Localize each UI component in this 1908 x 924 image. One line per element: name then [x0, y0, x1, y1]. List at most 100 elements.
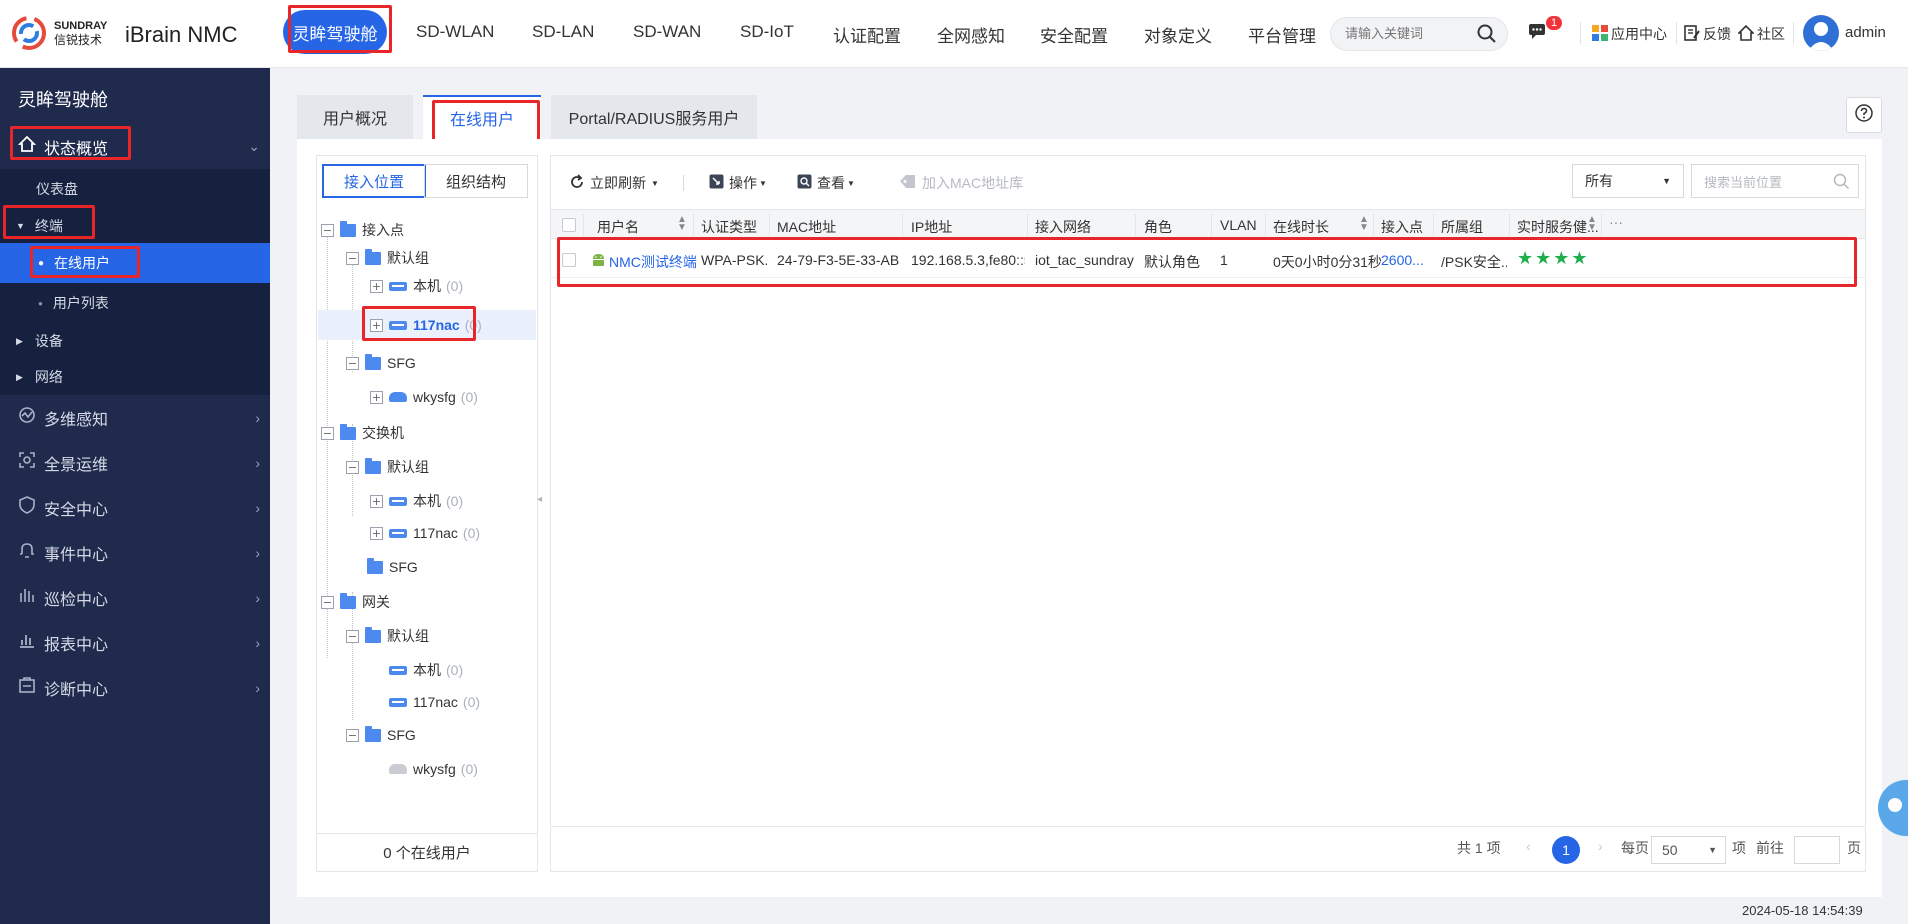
tree-node-ap-117nac[interactable]: + 117nac (0) [370, 317, 482, 333]
next-page-icon[interactable]: › [1598, 838, 1603, 854]
sidebar-item-network[interactable]: ▶ 网络 [0, 359, 270, 395]
tree-node-ap-sfg[interactable]: − SFG [346, 353, 416, 371]
col-group[interactable]: 所属组 [1441, 217, 1483, 237]
col-online-duration[interactable]: 在线时长 [1273, 217, 1329, 237]
tree-node-ap-root[interactable]: − 接入点 [321, 220, 404, 240]
add-mac-library-button[interactable]: 加入MAC地址库 [899, 173, 1023, 193]
sidebar-item-diagnosis-center[interactable]: 诊断中心 › [0, 665, 270, 710]
nav-sd-iot[interactable]: SD-IoT [740, 22, 794, 42]
tree-node-switch-root[interactable]: − 交换机 [321, 423, 404, 443]
nav-sd-wan[interactable]: SD-WAN [633, 22, 701, 42]
app-center-button[interactable]: 应用中心 [1592, 24, 1667, 44]
page-size-select[interactable]: 50 ▼ [1651, 836, 1726, 864]
assistant-robot-icon[interactable] [1878, 780, 1908, 836]
collapse-icon[interactable]: − [346, 356, 359, 370]
sort-icon[interactable]: ▲ ▼ [1359, 215, 1369, 233]
sort-icon[interactable]: ▲ ▼ [1587, 215, 1597, 233]
community-button[interactable]: 社区 [1737, 24, 1785, 44]
table-row[interactable]: NMC测试终端 WPA-PSK... 24-79-F3-5E-33-AB 192… [551, 242, 1865, 278]
global-search-input[interactable] [1345, 26, 1475, 41]
expand-icon[interactable]: + [370, 279, 383, 293]
collapse-icon[interactable]: − [346, 251, 359, 265]
nav-sd-lan[interactable]: SD-LAN [532, 22, 594, 42]
sidebar-item-terminal[interactable]: ▼ 终端 [0, 209, 270, 243]
col-vlan[interactable]: VLAN [1220, 217, 1257, 233]
collapse-icon[interactable]: − [346, 460, 359, 474]
tree-node-ap-default-group[interactable]: − 默认组 [346, 248, 429, 268]
sidebar-item-panoramic-ops[interactable]: 全景运维 › [0, 440, 270, 485]
sidebar-item-device[interactable]: ▶ 设备 [0, 323, 270, 359]
tree-node-gateway-root[interactable]: − 网关 [321, 592, 390, 612]
tree-node-gateway-wkysfg[interactable]: wkysfg (0) [389, 761, 478, 777]
nav-sd-wlan[interactable]: SD-WLAN [416, 22, 494, 42]
sidebar-item-report-center[interactable]: 报表中心 › [0, 620, 270, 665]
search-icon[interactable] [1477, 24, 1497, 48]
expand-icon[interactable]: + [370, 318, 383, 332]
collapse-icon[interactable]: − [321, 223, 334, 237]
tree-node-gateway-117nac[interactable]: 117nac (0) [389, 694, 480, 710]
nav-object-definition[interactable]: 对象定义 [1144, 22, 1212, 47]
collapse-icon[interactable]: − [346, 728, 359, 742]
expand-icon[interactable]: + [370, 494, 383, 508]
tab-portal-radius-users[interactable]: Portal/RADIUS服务用户 [551, 95, 757, 139]
filter-select[interactable]: 所有 ▼ [1572, 164, 1684, 198]
tree-node-gateway-local[interactable]: 本机 (0) [389, 660, 463, 680]
tree-node-gateway-default-group[interactable]: − 默认组 [346, 626, 429, 646]
column-settings-icon[interactable]: ··· [1609, 214, 1623, 230]
nav-network-perception[interactable]: 全网感知 [937, 22, 1005, 47]
col-access-point[interactable]: 接入点 [1381, 217, 1423, 237]
tree-node-ap-wkysfg[interactable]: + wkysfg (0) [370, 389, 478, 405]
avatar[interactable] [1803, 15, 1839, 51]
col-role[interactable]: 角色 [1144, 217, 1172, 237]
collapse-icon[interactable]: − [346, 629, 359, 643]
sidebar-item-multi-perception[interactable]: 多维感知 › [0, 395, 270, 440]
operate-menu-button[interactable]: 操作 ▼ [709, 173, 767, 193]
cell-username[interactable]: NMC测试终端 [609, 252, 697, 272]
user-name[interactable]: admin [1845, 24, 1886, 41]
sidebar-item-dashboard[interactable]: 仪表盘 [0, 169, 270, 209]
col-username[interactable]: 用户名 [597, 217, 639, 237]
tree-node-gateway-sfg[interactable]: − SFG [346, 725, 416, 743]
refresh-button[interactable]: 立即刷新 ▼ [569, 173, 659, 193]
feedback-button[interactable]: 反馈 [1684, 24, 1731, 44]
sort-icon[interactable]: ▲ ▼ [677, 215, 687, 233]
expand-icon[interactable]: + [370, 390, 383, 404]
sidebar-item-status-overview[interactable]: 状态概览 ⌄ [0, 124, 270, 169]
panel-splitter-icon[interactable]: ◂ [537, 494, 542, 508]
nav-cockpit[interactable]: 灵眸驾驶舱 [283, 10, 387, 54]
col-auth-type[interactable]: 认证类型 [701, 217, 757, 237]
sidebar-item-event-center[interactable]: 事件中心 › [0, 530, 270, 575]
tree-node-switch-sfg[interactable]: SFG [367, 557, 418, 575]
sidebar-item-security-center[interactable]: 安全中心 › [0, 485, 270, 530]
sidebar-item-online-users[interactable]: ● 在线用户 [0, 243, 270, 283]
seg-org-structure[interactable]: 组织结构 [424, 164, 528, 198]
view-menu-button[interactable]: 查看 ▼ [797, 173, 855, 193]
nav-security-config[interactable]: 安全配置 [1040, 22, 1108, 47]
tree-node-ap-local[interactable]: + 本机 (0) [370, 276, 463, 296]
prev-page-icon[interactable]: ‹ [1526, 838, 1531, 854]
help-button[interactable] [1846, 97, 1882, 133]
page-1-button[interactable]: 1 [1552, 836, 1580, 864]
brand-logo[interactable]: SUNDRAY 信锐技术 [10, 14, 107, 52]
goto-page-input[interactable] [1794, 836, 1840, 864]
search-icon[interactable] [1833, 173, 1850, 193]
tab-online-users[interactable]: 在线用户 [423, 95, 541, 139]
tree-node-switch-117nac[interactable]: + 117nac (0) [370, 525, 480, 541]
tree-node-switch-local[interactable]: + 本机 (0) [370, 491, 463, 511]
message-button[interactable]: 1 [1528, 16, 1563, 43]
global-search[interactable] [1330, 17, 1508, 51]
sidebar-item-user-list[interactable]: ● 用户列表 [0, 283, 270, 323]
nav-platform-management[interactable]: 平台管理 [1248, 22, 1316, 47]
col-ip[interactable]: IP地址 [911, 217, 952, 237]
tree-node-switch-default-group[interactable]: − 默认组 [346, 457, 429, 477]
collapse-icon[interactable]: − [321, 595, 334, 609]
expand-icon[interactable]: + [370, 526, 383, 540]
collapse-icon[interactable]: − [321, 426, 334, 440]
col-mac[interactable]: MAC地址 [777, 217, 836, 237]
col-access-network[interactable]: 接入网络 [1035, 217, 1091, 237]
location-search-input[interactable]: 搜索当前位置 [1691, 164, 1859, 198]
select-all-checkbox[interactable] [562, 218, 576, 232]
cell-access-point[interactable]: 2600... [1381, 252, 1424, 268]
tab-user-overview[interactable]: 用户概况 [297, 95, 413, 139]
row-checkbox[interactable] [562, 253, 576, 267]
